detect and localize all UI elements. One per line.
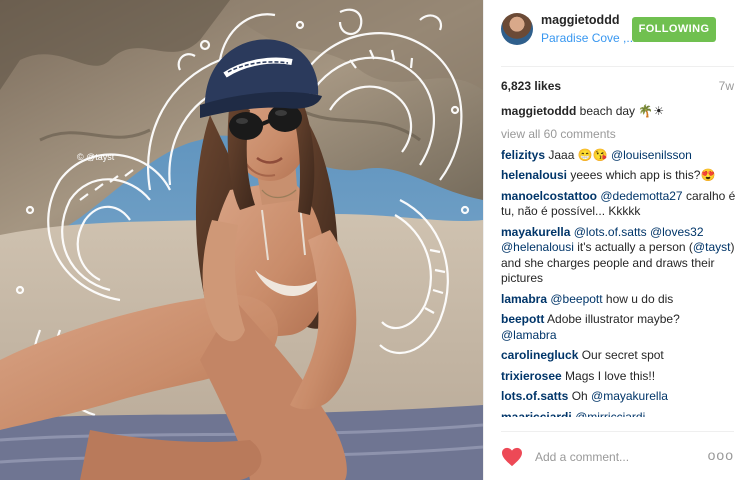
comment-text: Jaaa 😁😘 <box>548 147 611 162</box>
comment-item: trixierosee Mags I love this!! <box>501 369 737 385</box>
comment-item: manoelcostattoo @dedemotta27 caralho é t… <box>501 189 737 220</box>
post-age[interactable]: 7w <box>719 79 734 93</box>
comment-item: lamabra @beepott how u do dis <box>501 292 737 308</box>
comment-item: mayakurella @lots.of.satts @loves32 @hel… <box>501 225 737 287</box>
view-all-comments-link[interactable]: view all 60 comments <box>501 127 737 141</box>
comment-mention[interactable]: @mayakurella <box>591 389 668 403</box>
comment-text: it's actually a person ( <box>573 240 693 254</box>
comment-mention[interactable]: @mirricciardi <box>575 410 645 424</box>
post-caption: maggietoddd beach day 🌴☀ <box>501 104 737 120</box>
comment-mention[interactable]: @dedemotta27 <box>600 189 682 203</box>
heart-icon[interactable] <box>501 447 523 467</box>
comment-mention[interactable]: @loves32 <box>650 225 704 239</box>
post-photo[interactable]: © @tayst <box>0 0 483 480</box>
comment-item: maaricciardi @mirricciardi <box>501 410 737 426</box>
comment-item: beepott Adobe illustrator maybe? @lamabr… <box>501 312 737 343</box>
post-header: maggietoddd Paradise Cove ,... FOLLOWING <box>484 0 750 66</box>
photo-watermark: © @tayst <box>77 152 115 162</box>
comment-rows: felizitys Jaaa 😁😘 @louisenilsson helenalo… <box>501 148 737 428</box>
comment-username[interactable]: maaricciardi <box>501 410 572 424</box>
post-location[interactable]: Paradise Cove ,... <box>541 31 636 45</box>
comment-text: yeees which app is this?😍 <box>570 168 716 182</box>
comment-username[interactable]: lots.of.satts <box>501 389 568 403</box>
instagram-post: © @tayst maggietoddd Paradise Cove ,... … <box>0 0 750 480</box>
comment-text: Oh <box>571 389 592 403</box>
comment-mention[interactable]: @lots.of.satts <box>574 225 647 239</box>
comment-username[interactable]: mayakurella <box>501 225 570 239</box>
comment-username[interactable]: trixierosee <box>501 369 562 383</box>
more-options-icon[interactable]: ooo <box>708 447 734 463</box>
comments-list: maggietoddd beach day 🌴☀ view all 60 com… <box>501 104 737 427</box>
comment-username[interactable]: felizitys <box>501 148 545 162</box>
author-avatar[interactable] <box>501 13 533 45</box>
comment-text: Our secret spot <box>581 348 664 362</box>
following-button[interactable]: FOLLOWING <box>632 17 716 42</box>
comment-text: Adobe illustrator maybe? <box>547 312 680 326</box>
post-stats: 6,823 likes 7w <box>501 66 734 100</box>
comment-mention[interactable]: @louisenilsson <box>611 148 692 162</box>
comment-username[interactable]: lamabra <box>501 292 547 306</box>
comment-item: lots.of.satts Oh @mayakurella <box>501 389 737 405</box>
comment-item: helenalousi yeees which app is this?😍 <box>501 168 737 184</box>
beach-photo-illustration <box>0 0 483 480</box>
comment-text: Mags I love this!! <box>565 368 656 383</box>
add-comment-input[interactable] <box>535 448 695 466</box>
comment-item: carolinegluck Our secret spot <box>501 348 737 364</box>
comment-mention[interactable]: @tayst <box>693 240 731 254</box>
add-comment-row: ooo <box>501 431 734 480</box>
comment-username[interactable]: carolinegluck <box>501 348 578 362</box>
caption-text: beach day 🌴☀ <box>579 104 665 118</box>
comment-username[interactable]: manoelcostattoo <box>501 189 597 203</box>
comment-text: how u do dis <box>602 291 674 306</box>
comment-username[interactable]: beepott <box>501 312 544 326</box>
likes-count[interactable]: 6,823 likes <box>501 79 561 93</box>
comment-username[interactable]: helenalousi <box>501 168 567 182</box>
comment-mention[interactable]: @lamabra <box>501 328 557 342</box>
comment-mention[interactable]: @helenalousi <box>501 240 574 254</box>
comment-item: felizitys Jaaa 😁😘 @louisenilsson <box>501 148 737 164</box>
caption-username[interactable]: maggietoddd <box>501 104 576 118</box>
comment-mention[interactable]: @beepott <box>550 292 602 306</box>
post-side-panel: maggietoddd Paradise Cove ,... FOLLOWING… <box>483 0 750 480</box>
author-username[interactable]: maggietoddd <box>541 13 619 27</box>
